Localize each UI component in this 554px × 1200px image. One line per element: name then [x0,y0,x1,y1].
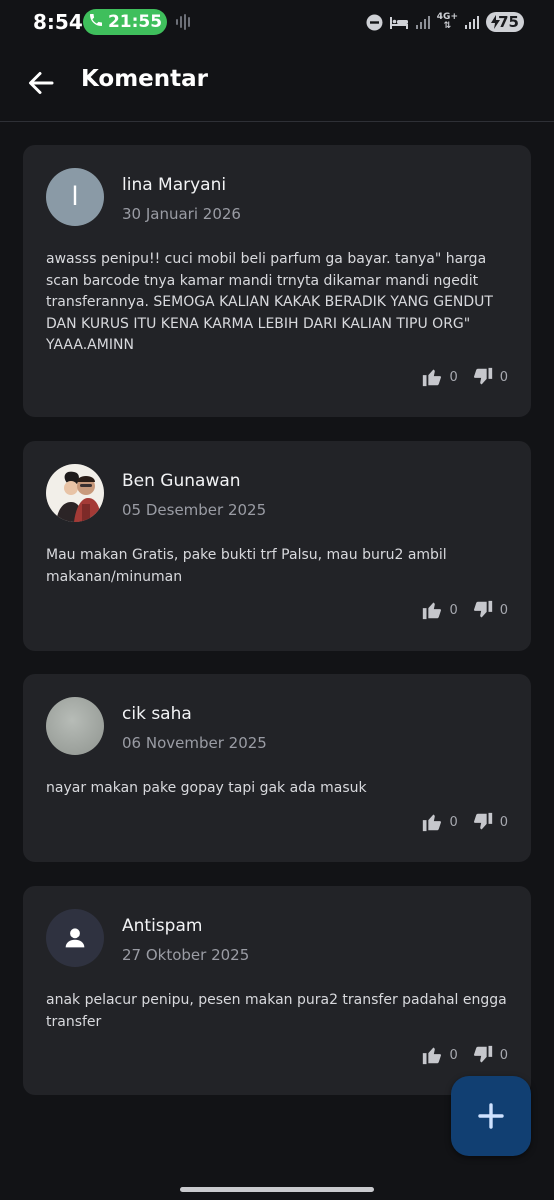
add-comment-button[interactable] [451,1076,531,1156]
comment-date: 05 Desember 2025 [122,501,267,519]
thumb-up-icon [423,814,442,832]
home-indicator[interactable] [180,1187,374,1192]
sound-wave-icon [174,13,194,31]
like-button[interactable]: 0 [421,1044,458,1066]
comment-author: Antispam [122,916,203,936]
thumb-down-icon [473,812,492,830]
dislike-button[interactable]: 0 [472,599,508,621]
vote-bar: 0 0 [421,810,508,834]
ongoing-call-pill[interactable]: 21:55 [83,9,167,35]
battery-indicator: 75 [486,12,524,32]
do-not-disturb-icon [366,14,383,31]
vote-bar: 0 0 [421,365,508,389]
comment-date: 30 Januari 2026 [122,205,241,223]
comment-text: anak pelacur penipu, pesen makan pura2 t… [46,992,507,1030]
thumb-up-icon [423,369,442,387]
comment-author: lina Maryani [122,175,227,195]
signal-icon-2 [464,14,480,30]
avatar [46,697,104,755]
back-button[interactable] [24,66,58,100]
comment-text: nayar makan pake gopay tapi gak ada masu… [46,780,367,796]
thumb-down-icon [473,367,492,385]
thumb-up-icon [423,602,442,620]
page-title: Komentar [81,66,209,92]
network-type: 4G+ ⇅ [436,12,458,31]
plus-icon [478,1103,504,1129]
app-bar: Komentar [0,44,554,122]
thumb-down-icon [473,600,492,618]
status-icons: 4G+ ⇅ 75 [366,11,524,33]
comment-card: Antispam 27 Oktober 2025 anak pelacur pe… [23,886,531,1095]
sleep-icon [389,14,409,30]
phone-icon [88,12,104,33]
vote-bar: 0 0 [421,598,508,622]
comment-card: Ben Gunawan 05 Desember 2025 Mau makan G… [23,441,531,651]
like-button[interactable]: 0 [421,811,458,833]
like-button[interactable]: 0 [421,599,458,621]
thumb-up-icon [423,1047,442,1065]
dislike-button[interactable]: 0 [472,811,508,833]
status-time: 8:54 [33,10,83,34]
comment-card: l lina Maryani 30 Januari 2026 awasss pe… [23,145,531,417]
avatar [46,464,104,522]
avatar [46,909,104,967]
signal-icon [415,14,431,30]
back-arrow-icon [29,72,54,94]
comment-text: Mau makan Gratis, pake bukti trf Palsu, … [46,547,447,585]
status-bar: 8:54 21:55 4G+ ⇅ 75 [0,0,554,44]
dislike-button[interactable]: 0 [472,1044,508,1066]
vote-bar: 0 0 [421,1043,508,1067]
call-duration: 21:55 [107,12,163,32]
comment-author: Ben Gunawan [122,471,241,491]
comment-text: awasss penipu!! cuci mobil beli parfum g… [46,251,493,353]
comment-date: 27 Oktober 2025 [122,946,250,964]
thumb-down-icon [473,1045,492,1063]
like-button[interactable]: 0 [421,366,458,388]
comment-date: 06 November 2025 [122,734,267,752]
dislike-button[interactable]: 0 [472,366,508,388]
charging-bolt-icon [491,15,500,29]
comment-card: cik saha 06 November 2025 nayar makan pa… [23,674,531,862]
comment-author: cik saha [122,704,192,724]
person-icon [65,928,85,948]
profile-photo [46,464,104,522]
avatar: l [46,168,104,226]
